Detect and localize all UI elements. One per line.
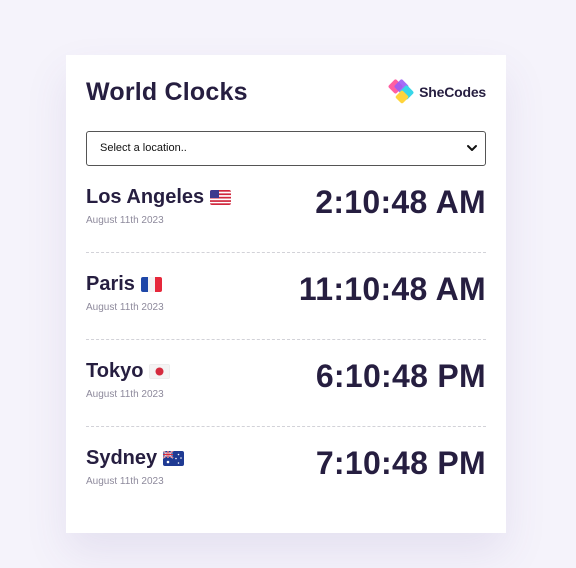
city-date: August 11th 2023 [86,389,164,400]
city-name-label: Paris [86,273,135,295]
city-name-label: Sydney [86,447,158,469]
city-time: 11:10:48 AM [298,271,486,307]
us-flag-icon [210,190,232,205]
japan-flag-icon [149,364,171,379]
logo-text: SheCodes [419,84,486,100]
shecodes-logo-icon [387,78,417,106]
location-select-value: Select a location.. [100,142,187,154]
city-time: 2:10:48 AM [315,184,486,220]
city-row-paris: Paris August 11th 2023 11:10:48 AM [86,253,486,340]
city-date: August 11th 2023 [86,302,164,313]
page-title: World Clocks [86,78,248,106]
city-row-sydney: Sydney August 11th 2023 7:10:48 PM [86,427,486,513]
shecodes-logo[interactable]: SheCodes [387,79,486,105]
australia-flag-icon [163,451,185,466]
city-name-label: Tokyo [86,360,144,382]
city-time: 6:10:48 PM [315,358,486,394]
header: World Clocks SheCodes [86,55,486,130]
location-select[interactable]: Select a location.. [86,131,486,166]
city-name-label: Los Angeles [86,186,205,208]
city-name: Paris [86,273,162,296]
france-flag-icon [140,277,162,292]
world-clocks-card: World Clocks SheCodes Select a location.… [66,55,506,533]
city-row-tokyo: Tokyo August 11th 2023 6:10:48 PM [86,340,486,427]
city-time: 7:10:48 PM [315,445,486,481]
chevron-down-icon [465,141,479,155]
city-date: August 11th 2023 [86,476,164,487]
city-date: August 11th 2023 [86,215,164,226]
city-name: Los Angeles [86,186,232,209]
city-row-los-angeles: Los Angeles August 11th 2023 2:10:48 AM [86,166,486,253]
city-name: Sydney [86,447,185,470]
city-name: Tokyo [86,360,171,383]
